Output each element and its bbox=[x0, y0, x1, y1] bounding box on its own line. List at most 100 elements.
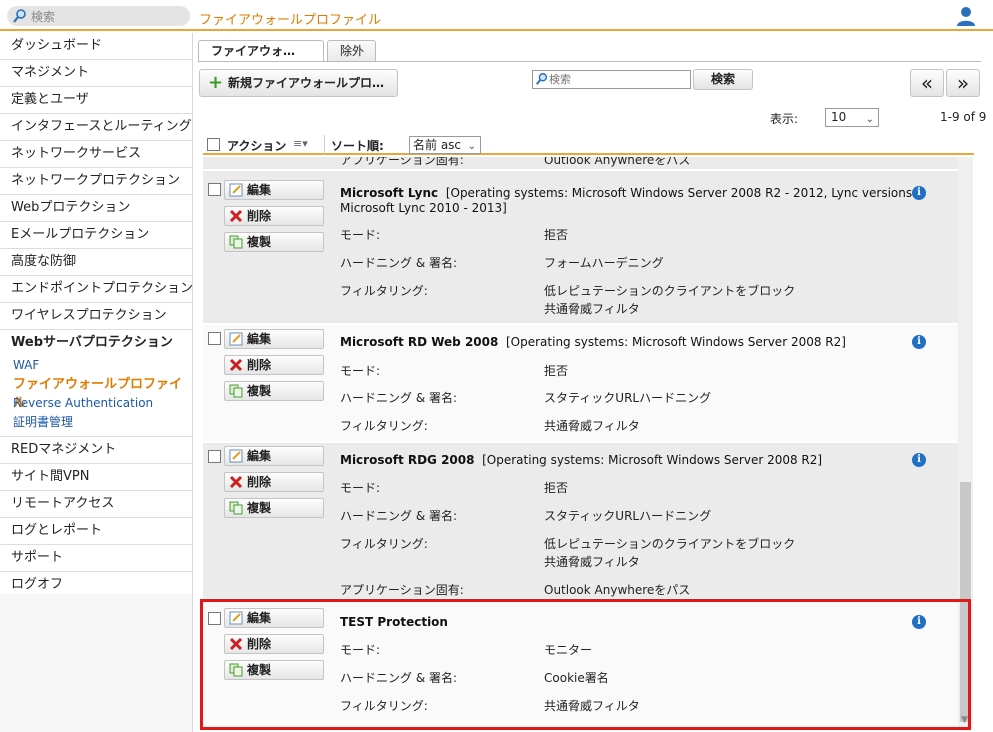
sidebar-item-network-protection[interactable]: ネットワークプロテクション bbox=[0, 168, 192, 195]
search-icon bbox=[13, 9, 26, 23]
delete-icon bbox=[229, 358, 243, 372]
delete-button[interactable]: 削除 bbox=[224, 355, 324, 375]
app-specific-key: アプリケーション固有: bbox=[340, 583, 464, 597]
sidebar-item-wireless-protection[interactable]: ワイヤレスプロテクション bbox=[0, 303, 192, 330]
hardening-value: スタティックURLハードニング bbox=[544, 509, 712, 523]
new-button-label: 新規ファイアウォールプロ… bbox=[228, 76, 385, 90]
select-all-checkbox[interactable] bbox=[207, 138, 220, 151]
sidebar-item-web-protection[interactable]: Webプロテクション bbox=[0, 195, 192, 222]
sort-value: 名前 asc bbox=[413, 138, 462, 152]
row-title: Microsoft RD Web 2008 [Operating systems… bbox=[340, 335, 846, 349]
prev-page-button[interactable]: « bbox=[910, 69, 944, 97]
bulk-action-menu-icon[interactable]: ≡▾ bbox=[293, 137, 308, 150]
top-bar: 検索 ファイアウォールプロファイル bbox=[0, 0, 993, 31]
sidebar-subitem-certificates[interactable]: 証明書管理 bbox=[0, 413, 192, 432]
list-item: 編集 削除 複製 Microsoft Lync [Operating syste… bbox=[203, 171, 958, 323]
search-button[interactable]: 検索 bbox=[693, 69, 753, 90]
info-icon[interactable]: i bbox=[912, 335, 926, 349]
sort-select[interactable]: 名前 asc ⌄ bbox=[409, 136, 481, 154]
chevron-down-icon: ⌄ bbox=[467, 141, 476, 152]
filtering-value-2: 共通脅威フィルタ bbox=[544, 555, 640, 569]
chevron-down-icon: ⌄ bbox=[865, 114, 874, 125]
clone-button[interactable]: 複製 bbox=[224, 498, 324, 518]
action-header: アクション bbox=[227, 139, 287, 153]
edit-button[interactable]: 編集 bbox=[224, 446, 324, 466]
edit-icon bbox=[229, 183, 243, 197]
clone-button[interactable]: 複製 bbox=[224, 381, 324, 401]
edit-button[interactable]: 編集 bbox=[224, 329, 324, 349]
list-item-partial: アプリケーション固有: Outlook Anywhereをパス bbox=[203, 157, 958, 169]
clone-icon bbox=[229, 501, 243, 515]
filtering-key: フィルタリング: bbox=[340, 419, 428, 433]
row-title: Microsoft Lync [Operating systems: Micro… bbox=[340, 186, 917, 200]
sidebar-item-network-services[interactable]: ネットワークサービス bbox=[0, 141, 192, 168]
page-size-value: 10 bbox=[831, 110, 847, 124]
delete-button[interactable]: 削除 bbox=[224, 206, 324, 226]
row-checkbox[interactable] bbox=[208, 450, 221, 463]
mode-key: モード: bbox=[340, 364, 381, 378]
sidebar-item-red-management[interactable]: REDマネジメント bbox=[0, 437, 192, 464]
hardening-value: スタティックURLハードニング bbox=[544, 391, 712, 405]
tab-exceptions[interactable]: 除外 bbox=[327, 40, 376, 62]
sidebar-item-logs-reports[interactable]: ログとレポート bbox=[0, 518, 192, 545]
list-search-field[interactable] bbox=[532, 70, 691, 89]
edit-icon bbox=[229, 332, 243, 346]
info-icon[interactable]: i bbox=[912, 186, 926, 200]
mode-value: 拒否 bbox=[544, 364, 569, 378]
row-title: Microsoft RDG 2008 [Operating systems: M… bbox=[340, 453, 823, 467]
tab-firewall-profiles[interactable]: ファイアウォ… bbox=[198, 40, 324, 62]
row-partial-app-value: Outlook Anywhereをパス bbox=[544, 157, 691, 167]
hardening-key: ハードニング & 署名: bbox=[340, 391, 458, 405]
highlight-box bbox=[200, 599, 971, 730]
item-count: 1-9 of 9 bbox=[940, 110, 987, 124]
list-item: 編集 削除 複製 Microsoft RD Web 2008 [Operatin… bbox=[203, 325, 958, 441]
app-specific-value: Outlook Anywhereをパス bbox=[544, 583, 691, 597]
filtering-value-2: 共通脅威フィルタ bbox=[544, 302, 640, 316]
sidebar-item-definitions-users[interactable]: 定義とユーザ bbox=[0, 87, 192, 114]
clone-icon bbox=[229, 384, 243, 398]
row-checkbox[interactable] bbox=[208, 183, 221, 196]
sidebar-subitem-waf[interactable]: WAF bbox=[0, 356, 192, 375]
mode-key: モード: bbox=[340, 481, 381, 495]
sidebar-item-management[interactable]: マネジメント bbox=[0, 60, 192, 87]
sidebar-item-email-protection[interactable]: Eメールプロテクション bbox=[0, 222, 192, 249]
display-label: 表示: bbox=[770, 112, 799, 126]
sidebar-item-endpoint-protection[interactable]: エンドポイントプロテクション bbox=[0, 276, 193, 303]
hardening-key: ハードニング & 署名: bbox=[340, 256, 458, 270]
tab-divider bbox=[198, 61, 981, 62]
global-search-field[interactable]: 検索 bbox=[7, 6, 190, 26]
sidebar-item-advanced-protection[interactable]: 高度な防御 bbox=[0, 249, 192, 276]
sidebar-item-interfaces-routing[interactable]: インタフェースとルーティング bbox=[0, 114, 192, 141]
hardening-value: フォームハーデニング bbox=[544, 256, 664, 270]
edit-button[interactable]: 編集 bbox=[224, 180, 324, 200]
sidebar-item-webserver-protection[interactable]: Webサーバプロテクション bbox=[0, 330, 192, 356]
new-firewall-profile-button[interactable]: + 新規ファイアウォールプロ… bbox=[199, 69, 398, 97]
sort-label: ソート順: bbox=[331, 139, 384, 153]
sidebar: ダッシュボード マネジメント 定義とユーザ インタフェースとルーティング ネット… bbox=[0, 33, 193, 732]
hardening-key: ハードニング & 署名: bbox=[340, 509, 458, 523]
page-size-select[interactable]: 10 ⌄ bbox=[825, 108, 879, 127]
clone-button[interactable]: 複製 bbox=[224, 232, 324, 252]
filtering-key: フィルタリング: bbox=[340, 284, 428, 298]
list-header: アクション ≡▾ ソート順: 名前 asc ⌄ bbox=[203, 135, 974, 155]
sidebar-subitem-firewall-profiles[interactable]: ファイアウォールプロファイル bbox=[0, 375, 192, 411]
next-page-button[interactable]: » bbox=[946, 69, 980, 97]
filtering-value-1: 低レピュテーションのクライアントをブロック bbox=[544, 284, 796, 298]
row-checkbox[interactable] bbox=[208, 332, 221, 345]
mode-value: 拒否 bbox=[544, 481, 569, 495]
sidebar-subitem-reverse-auth[interactable]: Reverse Authentication bbox=[0, 394, 192, 413]
row-partial-app-key: アプリケーション固有: bbox=[340, 157, 464, 167]
sidebar-item-remote-access[interactable]: リモートアクセス bbox=[0, 491, 192, 518]
sidebar-item-support[interactable]: サポート bbox=[0, 545, 192, 572]
sidebar-empty-area bbox=[0, 594, 192, 732]
sidebar-item-dashboard[interactable]: ダッシュボード bbox=[0, 33, 192, 60]
page-title: ファイアウォールプロファイル bbox=[199, 13, 382, 28]
header-divider bbox=[324, 135, 325, 155]
filtering-key: フィルタリング: bbox=[340, 537, 428, 551]
info-icon[interactable]: i bbox=[912, 453, 926, 467]
delete-icon bbox=[229, 209, 243, 223]
user-icon[interactable] bbox=[955, 5, 977, 27]
delete-button[interactable]: 削除 bbox=[224, 472, 324, 492]
sidebar-item-site-to-site-vpn[interactable]: サイト間VPN bbox=[0, 464, 192, 491]
list-search-input[interactable] bbox=[549, 71, 689, 88]
